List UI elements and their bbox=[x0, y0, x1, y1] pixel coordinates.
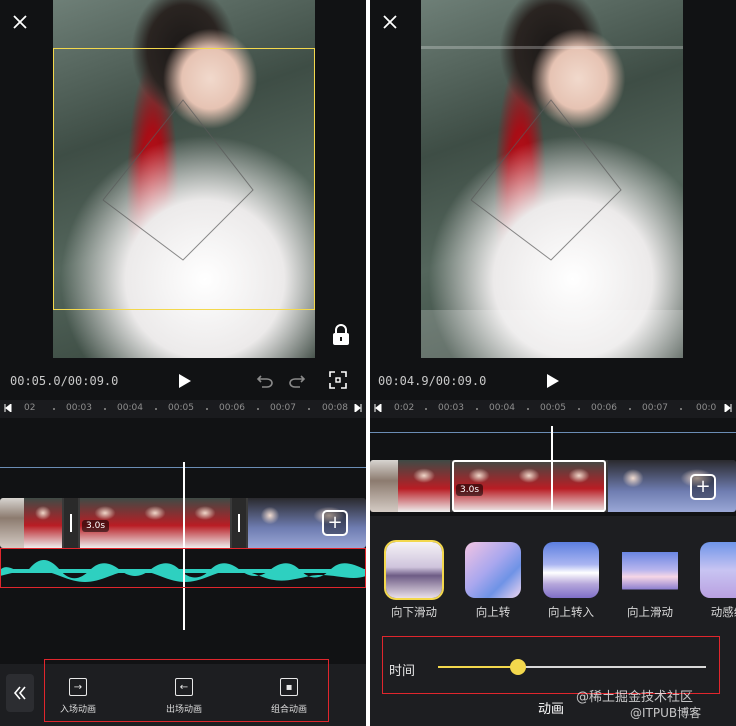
fullscreen-button[interactable] bbox=[326, 368, 350, 392]
plus-icon: + bbox=[327, 512, 343, 533]
ruler-tick: 0:02 bbox=[394, 403, 415, 413]
animation-label: 动感缩 bbox=[710, 605, 736, 619]
animation-label: 向上滑动 bbox=[627, 605, 673, 619]
redo-button[interactable] bbox=[285, 370, 309, 392]
watermark: @稀土掘金技术社区 bbox=[576, 690, 694, 705]
undo-icon bbox=[256, 375, 273, 388]
animation-preview bbox=[622, 542, 678, 598]
clip-thumbnail bbox=[0, 498, 24, 548]
animation-option-slide-down[interactable]: 向下滑动 bbox=[384, 540, 444, 620]
close-icon bbox=[383, 15, 397, 29]
ruler-tick: 00:04 bbox=[117, 403, 143, 413]
ruler-tick: 00:03 bbox=[438, 403, 464, 413]
animation-option-slide-up[interactable]: 向上滑动 bbox=[620, 542, 680, 620]
ruler-end-icon bbox=[724, 404, 732, 412]
animation-preview bbox=[700, 542, 736, 598]
clip-duration-badge: 3.0s bbox=[82, 520, 110, 532]
redo-icon bbox=[289, 375, 306, 388]
ruler-tick: 00:06 bbox=[591, 403, 617, 413]
highlight-box bbox=[0, 548, 366, 588]
ruler-tick: 00:03 bbox=[66, 403, 92, 413]
clip-thumbnail bbox=[130, 498, 180, 548]
slide-edge bbox=[421, 46, 683, 49]
animation-option-rotate-in-up[interactable]: 向上转入 bbox=[541, 542, 601, 620]
section-title: 动画 bbox=[538, 702, 565, 717]
play-button[interactable] bbox=[172, 368, 198, 394]
ruler-tick: 02 bbox=[24, 403, 36, 413]
watermark: @ITPUB博客 bbox=[630, 706, 702, 720]
animation-preview bbox=[543, 542, 599, 598]
playhead[interactable] bbox=[183, 462, 185, 630]
selection-frame[interactable] bbox=[53, 48, 315, 310]
ruler-tick: 00:04 bbox=[489, 403, 515, 413]
time-ruler[interactable]: 02 00:03 00:04 00:05 00:06 00:07 00:08 bbox=[0, 400, 366, 418]
ruler-start-icon bbox=[374, 404, 382, 412]
animation-label: 向上转 bbox=[475, 605, 511, 619]
ruler-tick: 00:06 bbox=[219, 403, 245, 413]
playhead[interactable] bbox=[551, 426, 553, 512]
video-preview[interactable] bbox=[53, 0, 315, 358]
highlight-box bbox=[44, 659, 329, 722]
timecode: 00:05.0/00:09.0 bbox=[10, 374, 119, 388]
collapse-button[interactable] bbox=[6, 674, 34, 712]
ruler-tick: 00:0 bbox=[696, 403, 717, 413]
animation-label: 向上转入 bbox=[548, 605, 594, 619]
time-ruler[interactable]: 0:02 00:03 00:04 00:05 00:06 00:07 00:0 bbox=[370, 400, 736, 418]
animation-preview bbox=[384, 540, 444, 600]
ruler-tick: 00:08 bbox=[322, 403, 348, 413]
plus-icon: + bbox=[695, 476, 711, 497]
handle-grip bbox=[238, 514, 240, 532]
video-preview[interactable] bbox=[421, 0, 683, 358]
left-editor-panel: ? 00:05.0/00:09.0 02 00:03 00:04 00:05 0… bbox=[0, 0, 366, 726]
clip-thumbnail bbox=[398, 460, 450, 512]
close-button[interactable] bbox=[8, 10, 32, 34]
play-icon bbox=[179, 374, 191, 388]
timecode: 00:04.9/00:09.0 bbox=[378, 374, 487, 388]
ruler-start-icon bbox=[4, 404, 12, 412]
ruler-tick: 00:07 bbox=[642, 403, 668, 413]
transform-guides bbox=[470, 99, 622, 261]
add-clip-button[interactable]: + bbox=[690, 474, 716, 500]
close-icon bbox=[13, 15, 27, 29]
clip-thumbnail bbox=[24, 498, 62, 548]
clip-thumbnail bbox=[370, 460, 398, 512]
right-editor-panel: ? 00:04.9/00:09.0 0:02 00:03 00:04 00:05… bbox=[370, 0, 736, 726]
video-track[interactable]: 3.0s bbox=[370, 460, 736, 512]
ruler-tick: 00:05 bbox=[540, 403, 566, 413]
handle-grip bbox=[70, 514, 72, 532]
animation-option-rotate-up[interactable]: 向上转 bbox=[463, 542, 523, 620]
animation-preview bbox=[465, 542, 521, 598]
animation-label: 向下滑动 bbox=[391, 605, 437, 619]
clip-duration-badge: 3.0s bbox=[456, 484, 484, 496]
ruler-tick: 00:05 bbox=[168, 403, 194, 413]
close-button[interactable] bbox=[378, 10, 402, 34]
lock-icon bbox=[333, 324, 349, 345]
double-chevron-left-icon bbox=[13, 686, 26, 700]
play-button[interactable] bbox=[540, 368, 566, 394]
clip-thumbnail bbox=[248, 498, 292, 548]
add-clip-button[interactable]: + bbox=[322, 510, 348, 536]
animation-option-dynamic-zoom[interactable]: 动感缩 bbox=[698, 542, 736, 620]
track-divider bbox=[370, 432, 736, 433]
ruler-tick: 00:07 bbox=[270, 403, 296, 413]
undo-button[interactable] bbox=[253, 370, 277, 392]
clip-thumbnail bbox=[608, 460, 658, 512]
fullscreen-icon bbox=[329, 371, 347, 389]
clip-thumbnail bbox=[180, 498, 230, 548]
lock-button[interactable] bbox=[328, 322, 354, 348]
play-icon bbox=[547, 374, 559, 388]
ruler-end-icon bbox=[354, 404, 362, 412]
slide-edge bbox=[421, 310, 683, 358]
